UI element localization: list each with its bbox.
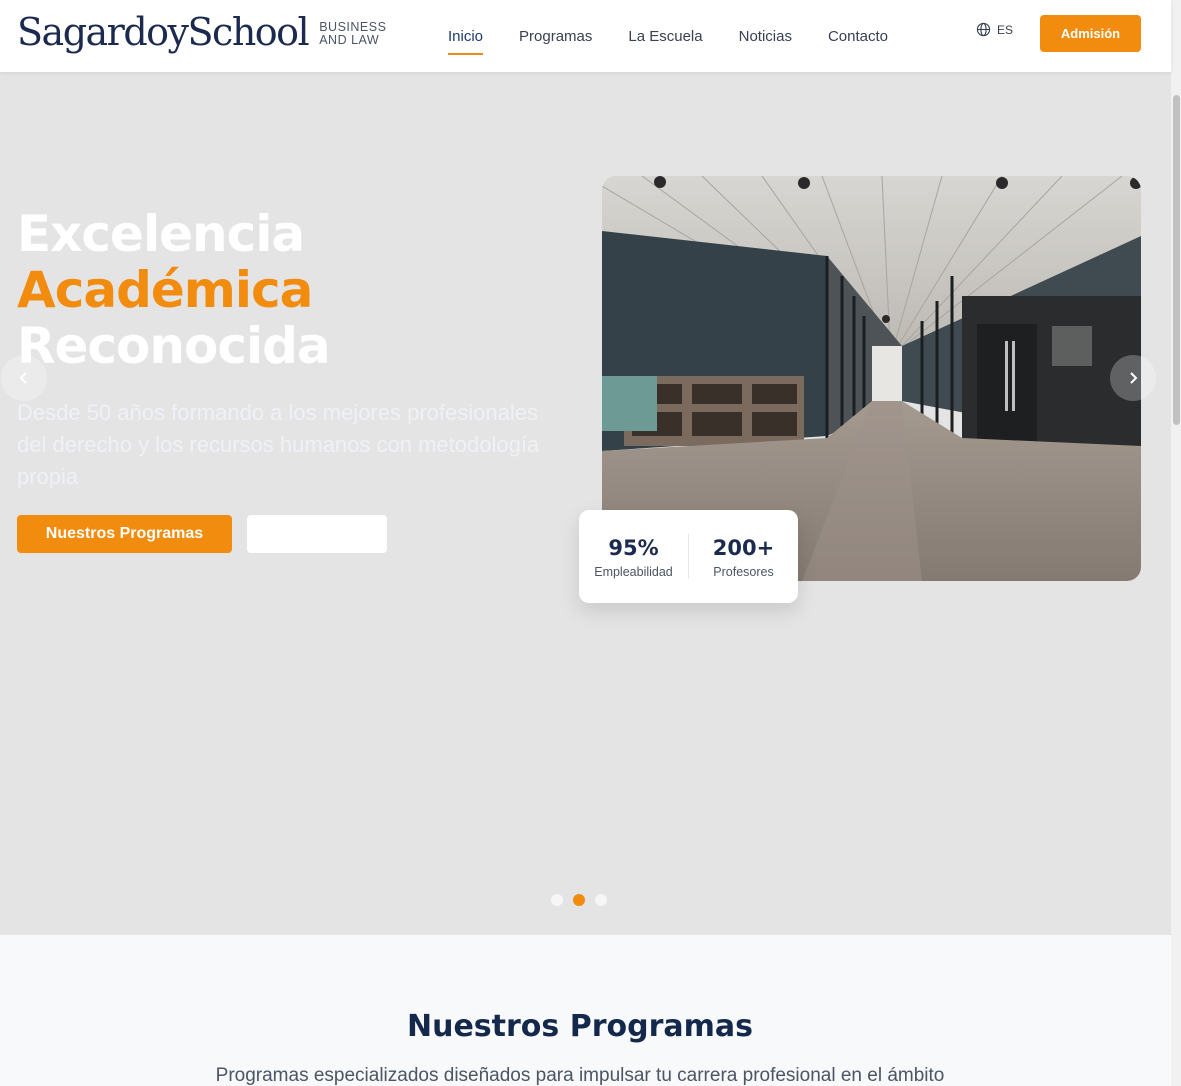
logo[interactable]: SagardoySchool BUSINESS AND LAW	[17, 8, 386, 56]
language-selector[interactable]: ES	[976, 22, 1013, 37]
nav-item-programas[interactable]: Programas	[501, 16, 610, 56]
slide-dot-1[interactable]	[551, 894, 563, 906]
stat-label: Profesores	[713, 565, 774, 579]
scrollbar-thumb[interactable]	[1173, 95, 1180, 425]
stat-value: 95%	[608, 536, 659, 560]
logo-subtitle: BUSINESS AND LAW	[319, 21, 386, 47]
stat-label: Empleabilidad	[594, 565, 673, 579]
language-label: ES	[997, 22, 1014, 37]
hero-slider: Excelencia Académica Reconocida Desde 50…	[0, 72, 1171, 935]
site-header: SagardoySchool BUSINESS AND LAW Inicio P…	[0, 0, 1171, 72]
slider-pagination	[551, 894, 607, 906]
slider-prev-button[interactable]	[1, 355, 47, 401]
globe-icon	[976, 22, 991, 37]
nav-item-noticias[interactable]: Noticias	[721, 16, 810, 56]
page-scrollbar[interactable]	[1171, 0, 1181, 1086]
hero-title-line2: Académica	[17, 261, 313, 319]
hero-title-line3: Reconocida	[17, 317, 331, 375]
nav-item-contacto[interactable]: Contacto	[810, 16, 906, 56]
hero-title-line1: Excelencia	[17, 205, 305, 263]
slide-dot-2[interactable]	[573, 894, 585, 906]
main-nav: Inicio Programas La Escuela Noticias Con…	[430, 0, 906, 72]
slide-dot-3[interactable]	[595, 894, 607, 906]
stat-employability: 95% Empleabilidad	[579, 534, 688, 579]
chevron-left-icon	[19, 372, 27, 384]
logo-subtitle-line2: AND LAW	[319, 33, 380, 47]
stats-card: 95% Empleabilidad 200+ Profesores	[579, 510, 798, 603]
hero-description: Desde 50 años formando a los mejores pro…	[17, 400, 540, 489]
programs-title: Nuestros Programas	[407, 1009, 753, 1044]
admission-button[interactable]: Admisión	[1040, 15, 1141, 52]
nav-item-la-escuela[interactable]: La Escuela	[610, 16, 720, 56]
programs-section: Nuestros Programas Programas especializa…	[0, 935, 1171, 1086]
programs-button[interactable]: Nuestros Programas	[17, 515, 232, 553]
nav-item-inicio[interactable]: Inicio	[430, 16, 501, 56]
hero-title: Excelencia Académica Reconocida	[17, 205, 331, 375]
logo-wordmark: SagardoySchool	[17, 10, 310, 54]
chevron-right-icon	[1130, 372, 1138, 384]
slider-next-button[interactable]	[1110, 355, 1156, 401]
programs-description: Programas especializados diseñados para …	[215, 1065, 945, 1086]
stat-value: 200+	[712, 536, 775, 560]
secondary-button[interactable]	[247, 515, 387, 553]
stat-professors: 200+ Profesores	[688, 534, 798, 579]
